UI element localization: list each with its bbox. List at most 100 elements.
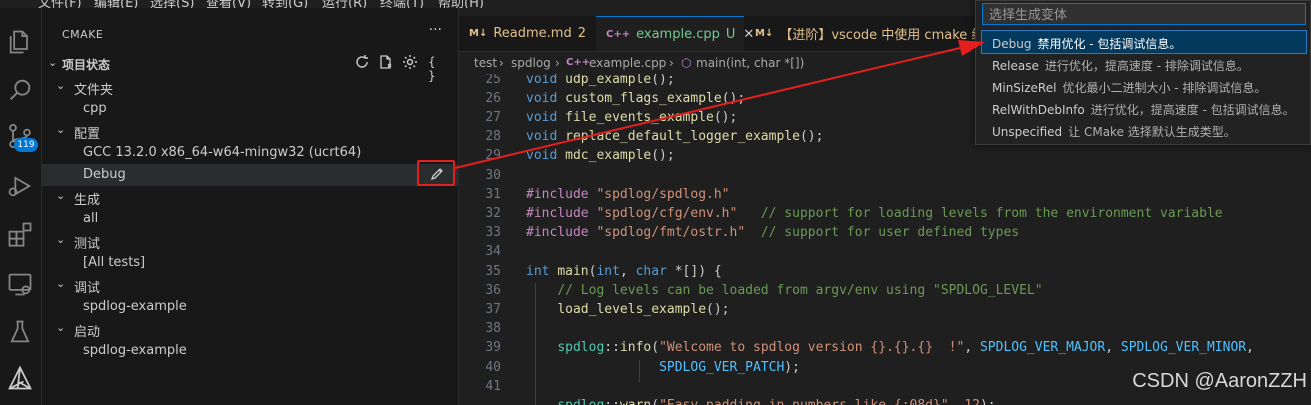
breadcrumb-item[interactable]: test xyxy=(474,56,497,70)
markdown-icon: M↓ xyxy=(755,28,774,39)
run-debug-icon[interactable] xyxy=(6,172,34,200)
tree-item-tests[interactable]: [All tests] xyxy=(42,252,458,274)
quick-pick-item[interactable]: Debug 禁用优化 - 包括调试信息。 xyxy=(981,30,1307,54)
line-number: 34 xyxy=(485,244,501,259)
cmake-icon[interactable] xyxy=(6,364,34,392)
variant-name: Debug xyxy=(992,37,1032,51)
search-icon[interactable] xyxy=(6,76,34,104)
chevron-down-icon: ⌄ xyxy=(56,233,66,246)
variant-description: 让 CMake 选择默认生成类型。 xyxy=(1068,125,1236,139)
gear-icon[interactable] xyxy=(402,54,420,72)
tab-example-cpp[interactable]: C++ example.cpp U ✕ xyxy=(596,16,754,51)
tab-label: Readme.md xyxy=(493,26,572,41)
tree-label: 配置 xyxy=(74,127,101,142)
tree-debug-group[interactable]: ⌄ 调试 xyxy=(42,274,458,296)
tree-item-kit[interactable]: GCC 13.2.0 x86_64-w64-mingw32 (ucrt64) xyxy=(42,142,458,164)
quick-pick-item[interactable]: Release 进行优化，提高速度 - 排除调试信息。 xyxy=(982,53,1306,75)
breadcrumb-item[interactable]: main(int, char *[]) xyxy=(696,56,804,70)
code-line: void replace_default_logger_example(); xyxy=(526,129,824,144)
variant-description: 进行优化，提高速度 - 排除调试信息。 xyxy=(1044,59,1249,73)
build-variant-search-input[interactable] xyxy=(982,3,1306,25)
code-line: // Log levels can be loaded from argv/en… xyxy=(557,283,1043,298)
variant-name: Release xyxy=(992,59,1039,73)
code-line: load_levels_example(); xyxy=(557,302,730,317)
menu-go[interactable]: 转到(G) xyxy=(262,0,308,8)
tab-label: 【进阶】vscode 中使用 cmake 编译 xyxy=(779,28,985,43)
tree-build-group[interactable]: ⌄ 生成 xyxy=(42,186,458,208)
tab-label: example.cpp xyxy=(636,26,720,42)
tab-advanced-doc[interactable]: M↓ 【进阶】vscode 中使用 cmake 编译 xyxy=(745,16,985,51)
tree-item-debug-target[interactable]: spdlog-example xyxy=(42,296,458,318)
files-icon[interactable] xyxy=(6,28,34,56)
tab-problem-count: 2 xyxy=(577,26,586,41)
line-number: 41 xyxy=(485,379,501,394)
line-number: 27 xyxy=(485,110,501,125)
chevron-down-icon: ⌄ xyxy=(56,123,66,136)
tree-folder-group[interactable]: ⌄ 文件夹 xyxy=(42,76,458,98)
code-line: void udp_example(); xyxy=(526,74,675,87)
cpp-icon: C++ xyxy=(566,57,591,68)
tree-item-launch-target[interactable]: spdlog-example xyxy=(42,340,458,362)
line-number: 38 xyxy=(485,321,501,336)
line-number: 30 xyxy=(485,168,501,183)
braces-icon[interactable]: { } xyxy=(428,55,446,83)
variant-description: 禁用优化 - 包括调试信息。 xyxy=(1037,37,1182,51)
testing-icon[interactable] xyxy=(6,318,34,346)
extensions-icon[interactable] xyxy=(6,220,34,248)
tab-untracked-mark: U xyxy=(725,26,736,42)
tree-item-folder[interactable]: cpp xyxy=(42,98,458,120)
line-number: 36 xyxy=(485,283,501,298)
tree-label: spdlog-example xyxy=(83,299,187,314)
variant-name: RelWithDebInfo xyxy=(992,103,1085,117)
edit-build-variant-button[interactable] xyxy=(417,160,455,186)
code-line: void custom_flags_example(); xyxy=(526,91,746,106)
code-line: spdlog::info("Welcome to spdlog version … xyxy=(557,340,1254,355)
tree-label: spdlog-example xyxy=(83,343,187,358)
chevron-down-icon: ⌄ xyxy=(56,79,66,92)
line-number: 32 xyxy=(485,206,501,221)
line-number: 35 xyxy=(485,264,501,279)
tab-readme[interactable]: M↓ Readme.md 2 xyxy=(459,16,595,51)
project-status-header[interactable]: ⌄ 项目状态 { } xyxy=(42,54,458,83)
watermark: CSDN @AaronZZH xyxy=(1132,370,1307,392)
breadcrumb-separator: › xyxy=(555,56,560,70)
breadcrumb-item[interactable]: spdlog xyxy=(511,56,551,70)
quick-pick-item[interactable]: Unspecified 让 CMake 选择默认生成类型。 xyxy=(982,119,1306,141)
quick-pick-item[interactable]: MinSizeRel 优化最小二进制大小 - 排除调试信息。 xyxy=(982,75,1306,97)
menu-help[interactable]: 帮助(H) xyxy=(438,0,484,8)
refresh-icon[interactable] xyxy=(354,54,372,72)
tree-label: all xyxy=(83,211,99,226)
remote-explorer-icon[interactable] xyxy=(6,270,34,298)
tree-item-build-variant[interactable]: Debug xyxy=(42,164,458,186)
menu-run[interactable]: 运行(R) xyxy=(322,0,367,8)
variant-description: 进行优化，提高速度 - 包括调试信息。 xyxy=(1090,103,1295,117)
code-line: void file_events_example(); xyxy=(526,110,738,125)
tree-item-build-target[interactable]: all xyxy=(42,208,458,230)
code-line: int main(int, char *[]) { xyxy=(526,264,722,279)
breadcrumb-item[interactable]: example.cpp xyxy=(589,56,666,70)
method-icon: ⬡ xyxy=(681,56,692,70)
menu-terminal[interactable]: 终端(T) xyxy=(380,0,424,8)
chevron-down-icon: ⌄ xyxy=(48,56,58,69)
menu-selection[interactable]: 选择(S) xyxy=(150,0,194,8)
menu-view[interactable]: 查看(V) xyxy=(206,0,251,8)
cpp-icon: C++ xyxy=(606,28,631,40)
more-actions-icon[interactable]: ··· xyxy=(429,22,442,38)
line-number: 26 xyxy=(485,91,501,106)
menu-edit[interactable]: 编辑(E) xyxy=(94,0,138,8)
line-number: 31 xyxy=(485,187,501,202)
line-number: 40 xyxy=(485,360,501,375)
tree-config-group[interactable]: ⌄ 配置 xyxy=(42,120,458,142)
project-status-title: 项目状态 xyxy=(62,58,111,72)
delete-cache-icon[interactable] xyxy=(378,54,396,72)
tree-test-group[interactable]: ⌄ 测试 xyxy=(42,230,458,252)
variant-description: 优化最小二进制大小 - 排除调试信息。 xyxy=(1062,81,1267,95)
build-variant-quick-pick: Debug 禁用优化 - 包括调试信息。 Release 进行优化，提高速度 - 排… xyxy=(975,0,1311,145)
tree-launch-group[interactable]: ⌄ 启动 xyxy=(42,318,458,340)
tree-label: 生成 xyxy=(74,193,101,208)
tree-label: 调试 xyxy=(74,281,101,296)
tree-label: 启动 xyxy=(74,325,101,340)
line-number: 37 xyxy=(485,302,501,317)
menu-file[interactable]: 文件(F) xyxy=(38,0,82,8)
quick-pick-item[interactable]: RelWithDebInfo 进行优化，提高速度 - 包括调试信息。 xyxy=(982,97,1306,119)
